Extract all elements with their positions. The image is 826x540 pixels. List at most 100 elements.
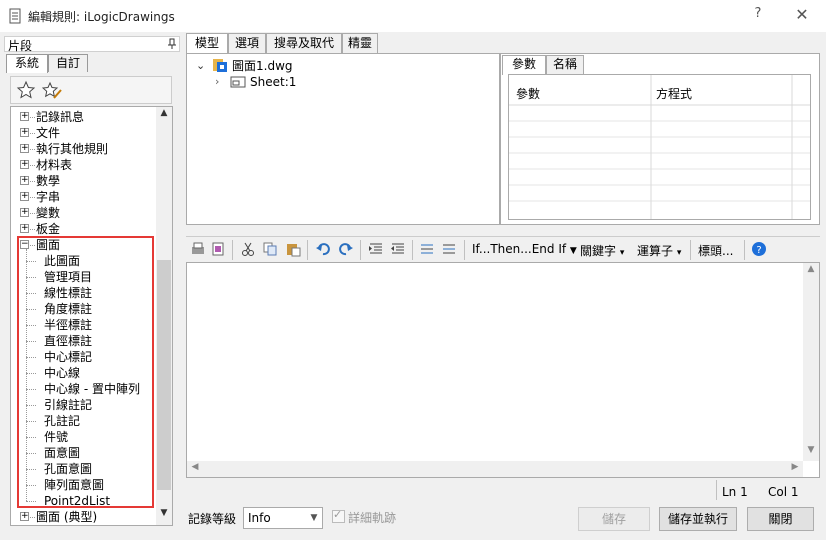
scroll-thumb[interactable]: [157, 260, 171, 490]
if-then-label: If...Then...End If: [472, 242, 567, 256]
toolbar-separator: [307, 240, 308, 260]
expand-icon[interactable]: +: [20, 144, 29, 153]
expand-icon[interactable]: +: [20, 192, 29, 201]
tree-item-label: 材料表: [36, 158, 73, 172]
detailed-trace-label: 詳細軌跡: [348, 511, 397, 525]
keywords-label: 關鍵字: [580, 244, 617, 258]
tree-item-label: 文件: [36, 126, 61, 140]
dropdown-arrow-icon: ▾: [619, 248, 625, 258]
chevron-right-icon[interactable]: ›: [215, 75, 219, 88]
comment-icon[interactable]: [419, 241, 435, 257]
scroll-right-icon[interactable]: ▶: [788, 462, 802, 476]
tab-model[interactable]: 模型: [186, 33, 228, 54]
close-window-button[interactable]: ✕: [790, 5, 814, 27]
window-title: 編輯規則: iLogicDrawings: [28, 10, 175, 24]
scroll-up-icon[interactable]: ▲: [804, 264, 818, 280]
chevron-down-icon[interactable]: ▼: [306, 508, 322, 528]
tab-custom[interactable]: 自訂: [48, 54, 88, 72]
tree-connector: [30, 149, 35, 150]
log-level-label: 記錄等級: [188, 512, 237, 526]
keywords-menu[interactable]: 關鍵字 ▾: [580, 242, 624, 259]
expand-icon[interactable]: +: [20, 128, 29, 137]
chevron-down-icon[interactable]: ⌄: [196, 59, 205, 72]
sheet-label[interactable]: Sheet:1: [250, 75, 296, 89]
expand-icon[interactable]: +: [20, 160, 29, 169]
snippets-title: 片段: [8, 39, 33, 53]
line-number: Ln 1: [722, 485, 748, 499]
tree-item-label: 字串: [36, 190, 61, 204]
tree-connector: [30, 133, 35, 134]
tree-connector: [30, 197, 35, 198]
scroll-icon: [9, 8, 21, 24]
expand-icon[interactable]: +: [20, 512, 29, 521]
help-icon[interactable]: ?: [751, 241, 767, 257]
expand-icon[interactable]: +: [20, 112, 29, 121]
tree-connector: [30, 517, 35, 518]
highlight-box: [17, 236, 154, 508]
tree-connector: [30, 165, 35, 166]
print-preview-icon[interactable]: [210, 241, 226, 257]
toolbar-separator: [412, 240, 413, 260]
tab-search-replace[interactable]: 搜尋及取代: [266, 33, 342, 53]
expand-icon[interactable]: +: [20, 176, 29, 185]
editor-vertical-scrollbar[interactable]: [803, 263, 819, 461]
expand-icon[interactable]: +: [20, 224, 29, 233]
tab-options[interactable]: 選項: [228, 33, 266, 53]
close-button[interactable]: 關閉: [747, 507, 814, 531]
tree-connector: [30, 117, 35, 118]
tree-item-label: 變數: [36, 206, 61, 220]
code-editor[interactable]: [186, 262, 820, 478]
save-button[interactable]: 儲存: [578, 507, 650, 531]
toolbar-separator: [744, 240, 745, 260]
operators-label: 運算子: [637, 244, 674, 258]
copy-icon[interactable]: [262, 241, 278, 257]
tree-item-label: 記錄訊息: [36, 110, 85, 124]
tab-parameters[interactable]: 參數: [502, 55, 546, 75]
header-button[interactable]: 標頭...: [698, 242, 733, 259]
scroll-up-icon[interactable]: ▲: [156, 108, 172, 124]
svg-text:?: ?: [756, 245, 761, 256]
equation-column-header[interactable]: 方程式: [656, 85, 692, 102]
tree-connector: [30, 213, 35, 214]
help-button[interactable]: ?: [748, 6, 768, 26]
cut-icon[interactable]: [240, 241, 256, 257]
toolbar-separator: [464, 240, 465, 260]
tree-item-label: 圖面 (典型): [36, 510, 98, 524]
redo-icon[interactable]: [338, 241, 354, 257]
edit-star-icon[interactable]: [42, 80, 62, 100]
editor-horizontal-scrollbar[interactable]: [187, 461, 803, 477]
params-column-header[interactable]: 參數: [516, 85, 540, 102]
drawing-file-icon: [213, 59, 227, 72]
undo-icon[interactable]: [315, 241, 331, 257]
tab-names[interactable]: 名稱: [546, 55, 584, 74]
toolbar-separator: [232, 240, 233, 260]
tab-wizards[interactable]: 精靈: [342, 33, 378, 53]
if-then-button[interactable]: If...Then...End If ▼: [472, 242, 577, 256]
toolbar-separator: [690, 240, 691, 260]
scroll-down-icon[interactable]: ▼: [156, 508, 172, 524]
model-root-label[interactable]: 圖面1.dwg: [232, 57, 293, 74]
expand-icon[interactable]: +: [20, 208, 29, 217]
tree-item-label: 數學: [36, 174, 61, 188]
tree-item-label: 板金: [36, 222, 61, 236]
tab-system[interactable]: 系統: [6, 54, 48, 73]
sheet-icon: [230, 76, 246, 88]
indent-icon[interactable]: [368, 241, 384, 257]
operators-menu[interactable]: 運算子 ▾: [637, 242, 681, 259]
print-icon[interactable]: [190, 241, 206, 257]
scroll-left-icon[interactable]: ◀: [188, 462, 202, 476]
uncomment-icon[interactable]: [441, 241, 457, 257]
paste-icon[interactable]: [285, 241, 301, 257]
outdent-icon[interactable]: [390, 241, 406, 257]
pin-icon[interactable]: [167, 38, 177, 50]
tree-item-label: 執行其他規則: [36, 142, 109, 156]
tree-connector: [30, 181, 35, 182]
tree-connector: [30, 229, 35, 230]
save-and-run-button[interactable]: 儲存並執行: [659, 507, 737, 531]
dropdown-arrow-icon: ▾: [676, 248, 682, 258]
check-icon: ✓: [333, 508, 343, 521]
dropdown-arrow-icon: ▼: [569, 246, 577, 256]
scroll-down-icon[interactable]: ▼: [804, 445, 818, 461]
column-number: Col 1: [768, 485, 799, 499]
star-icon[interactable]: [16, 80, 36, 100]
